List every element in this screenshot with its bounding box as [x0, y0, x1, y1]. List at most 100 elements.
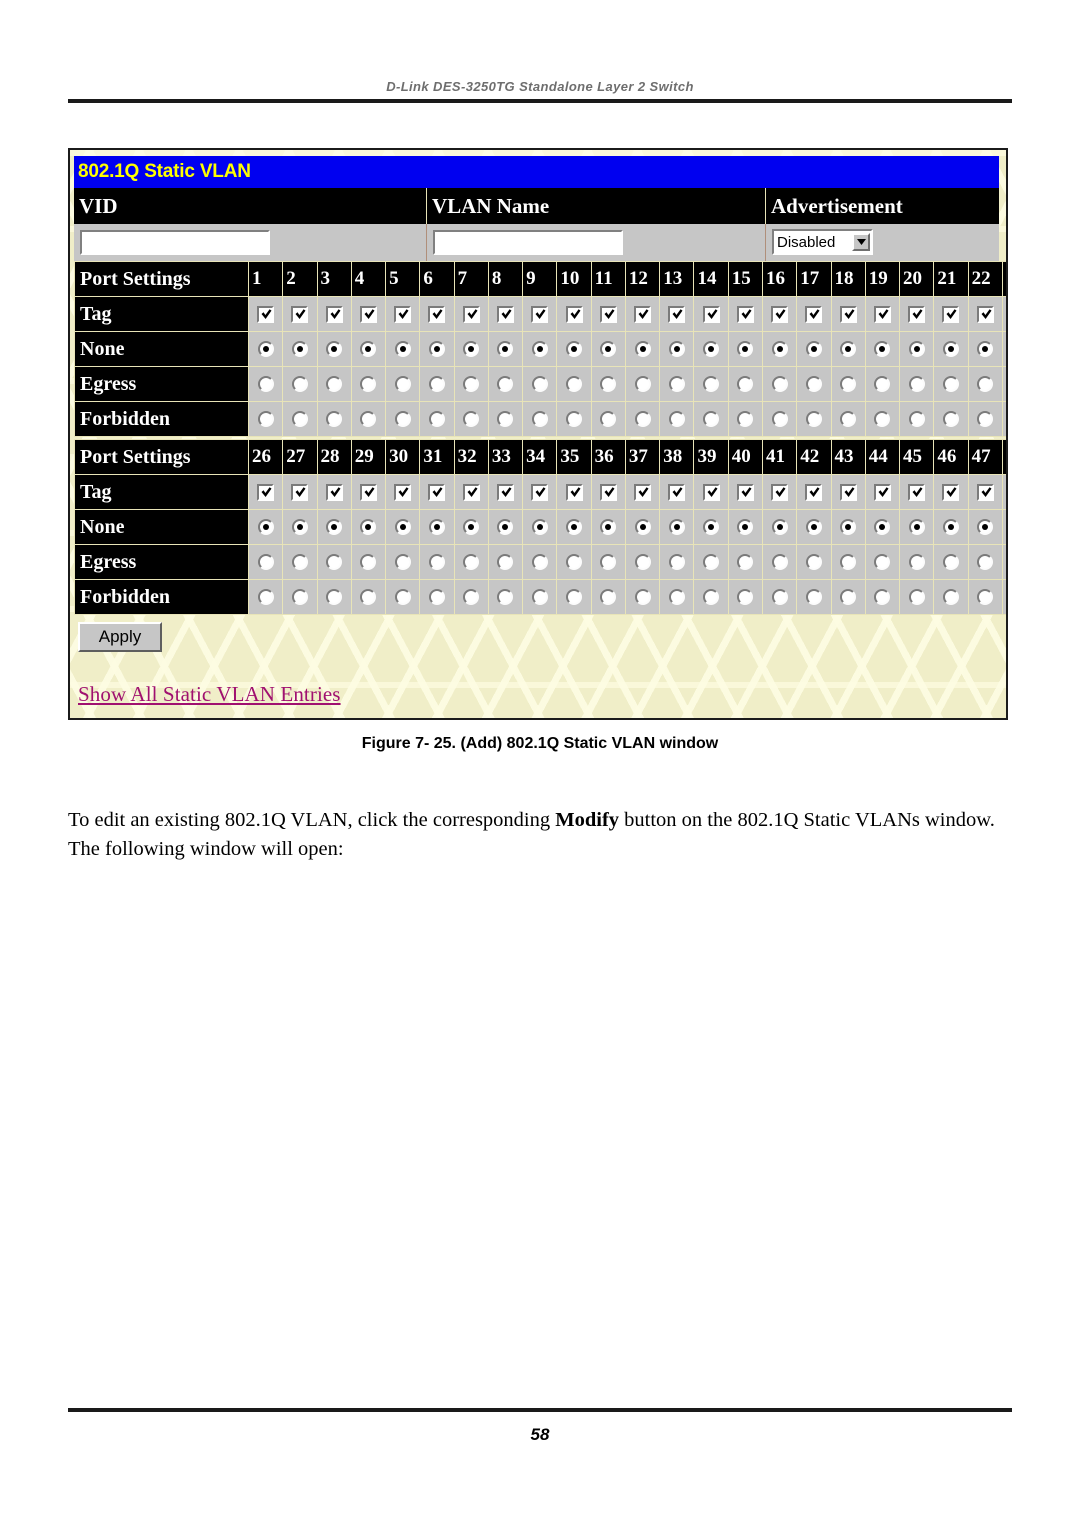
forbidden-radio-port-10[interactable]	[566, 411, 583, 428]
forbidden-radio-port-17[interactable]	[805, 411, 822, 428]
forbidden-radio-port-21[interactable]	[942, 411, 959, 428]
none-radio-port-35[interactable]	[566, 519, 583, 536]
egress-radio-port-29[interactable]	[360, 554, 377, 571]
vid-input[interactable]	[80, 230, 270, 255]
forbidden-radio-port-41[interactable]	[771, 589, 788, 606]
egress-radio-port-43[interactable]	[840, 554, 857, 571]
tag-checkbox-port-13[interactable]	[668, 305, 686, 323]
egress-radio-port-9[interactable]	[531, 376, 548, 393]
forbidden-radio-port-7[interactable]	[463, 411, 480, 428]
none-radio-port-12[interactable]	[634, 341, 651, 358]
egress-radio-port-37[interactable]	[634, 554, 651, 571]
none-radio-port-2[interactable]	[291, 341, 308, 358]
forbidden-radio-port-20[interactable]	[908, 411, 925, 428]
tag-checkbox-port-15[interactable]	[736, 305, 754, 323]
egress-radio-port-41[interactable]	[771, 554, 788, 571]
tag-checkbox-port-18[interactable]	[839, 305, 857, 323]
forbidden-radio-port-36[interactable]	[600, 589, 617, 606]
egress-radio-port-17[interactable]	[805, 376, 822, 393]
none-radio-port-27[interactable]	[291, 519, 308, 536]
forbidden-radio-port-5[interactable]	[394, 411, 411, 428]
tag-checkbox-port-34[interactable]	[531, 483, 549, 501]
forbidden-radio-port-47[interactable]	[977, 589, 994, 606]
none-radio-port-8[interactable]	[497, 341, 514, 358]
forbidden-radio-port-28[interactable]	[326, 589, 343, 606]
egress-radio-port-13[interactable]	[668, 376, 685, 393]
forbidden-radio-port-29[interactable]	[360, 589, 377, 606]
egress-radio-port-38[interactable]	[668, 554, 685, 571]
vlan-name-input[interactable]	[433, 230, 623, 255]
tag-checkbox-port-19[interactable]	[873, 305, 891, 323]
tag-checkbox-port-9[interactable]	[531, 305, 549, 323]
egress-radio-port-3[interactable]	[326, 376, 343, 393]
forbidden-radio-port-30[interactable]	[394, 589, 411, 606]
none-radio-port-4[interactable]	[360, 341, 377, 358]
none-radio-port-40[interactable]	[737, 519, 754, 536]
forbidden-radio-port-26[interactable]	[257, 589, 274, 606]
tag-checkbox-port-1[interactable]	[257, 305, 275, 323]
tag-checkbox-port-21[interactable]	[942, 305, 960, 323]
none-radio-port-9[interactable]	[531, 341, 548, 358]
tag-checkbox-port-12[interactable]	[634, 305, 652, 323]
egress-radio-port-20[interactable]	[908, 376, 925, 393]
none-radio-port-13[interactable]	[668, 341, 685, 358]
egress-radio-port-1[interactable]	[257, 376, 274, 393]
none-radio-port-43[interactable]	[840, 519, 857, 536]
none-radio-port-11[interactable]	[600, 341, 617, 358]
forbidden-radio-port-40[interactable]	[737, 589, 754, 606]
none-radio-port-30[interactable]	[394, 519, 411, 536]
forbidden-radio-port-31[interactable]	[428, 589, 445, 606]
forbidden-radio-port-37[interactable]	[634, 589, 651, 606]
egress-radio-port-6[interactable]	[428, 376, 445, 393]
none-radio-port-16[interactable]	[771, 341, 788, 358]
none-radio-port-14[interactable]	[703, 341, 720, 358]
forbidden-radio-port-44[interactable]	[874, 589, 891, 606]
egress-radio-port-39[interactable]	[703, 554, 720, 571]
egress-radio-port-30[interactable]	[394, 554, 411, 571]
forbidden-radio-port-12[interactable]	[634, 411, 651, 428]
none-radio-port-33[interactable]	[497, 519, 514, 536]
none-radio-port-17[interactable]	[805, 341, 822, 358]
tag-checkbox-port-20[interactable]	[908, 305, 926, 323]
tag-checkbox-port-29[interactable]	[359, 483, 377, 501]
tag-checkbox-port-17[interactable]	[805, 305, 823, 323]
forbidden-radio-port-8[interactable]	[497, 411, 514, 428]
none-radio-port-42[interactable]	[805, 519, 822, 536]
egress-radio-port-45[interactable]	[908, 554, 925, 571]
egress-radio-port-34[interactable]	[531, 554, 548, 571]
none-radio-port-31[interactable]	[428, 519, 445, 536]
none-radio-port-36[interactable]	[600, 519, 617, 536]
none-radio-port-34[interactable]	[531, 519, 548, 536]
none-radio-port-3[interactable]	[326, 341, 343, 358]
none-radio-port-6[interactable]	[428, 341, 445, 358]
egress-radio-port-26[interactable]	[257, 554, 274, 571]
forbidden-radio-port-45[interactable]	[908, 589, 925, 606]
egress-radio-port-7[interactable]	[463, 376, 480, 393]
forbidden-radio-port-34[interactable]	[531, 589, 548, 606]
none-radio-port-20[interactable]	[908, 341, 925, 358]
tag-checkbox-port-37[interactable]	[634, 483, 652, 501]
none-radio-port-22[interactable]	[977, 341, 994, 358]
egress-radio-port-4[interactable]	[360, 376, 377, 393]
tag-checkbox-port-22[interactable]	[976, 305, 994, 323]
forbidden-radio-port-2[interactable]	[291, 411, 308, 428]
tag-checkbox-port-44[interactable]	[873, 483, 891, 501]
none-radio-port-32[interactable]	[463, 519, 480, 536]
egress-radio-port-2[interactable]	[291, 376, 308, 393]
tag-checkbox-port-8[interactable]	[496, 305, 514, 323]
egress-radio-port-44[interactable]	[874, 554, 891, 571]
tag-checkbox-port-28[interactable]	[325, 483, 343, 501]
forbidden-radio-port-1[interactable]	[257, 411, 274, 428]
forbidden-radio-port-38[interactable]	[668, 589, 685, 606]
egress-radio-port-28[interactable]	[326, 554, 343, 571]
none-radio-port-1[interactable]	[257, 341, 274, 358]
egress-radio-port-32[interactable]	[463, 554, 480, 571]
forbidden-radio-port-4[interactable]	[360, 411, 377, 428]
none-radio-port-47[interactable]	[977, 519, 994, 536]
tag-checkbox-port-38[interactable]	[668, 483, 686, 501]
none-radio-port-46[interactable]	[942, 519, 959, 536]
forbidden-radio-port-13[interactable]	[668, 411, 685, 428]
forbidden-radio-port-22[interactable]	[977, 411, 994, 428]
tag-checkbox-port-46[interactable]	[942, 483, 960, 501]
egress-radio-port-12[interactable]	[634, 376, 651, 393]
